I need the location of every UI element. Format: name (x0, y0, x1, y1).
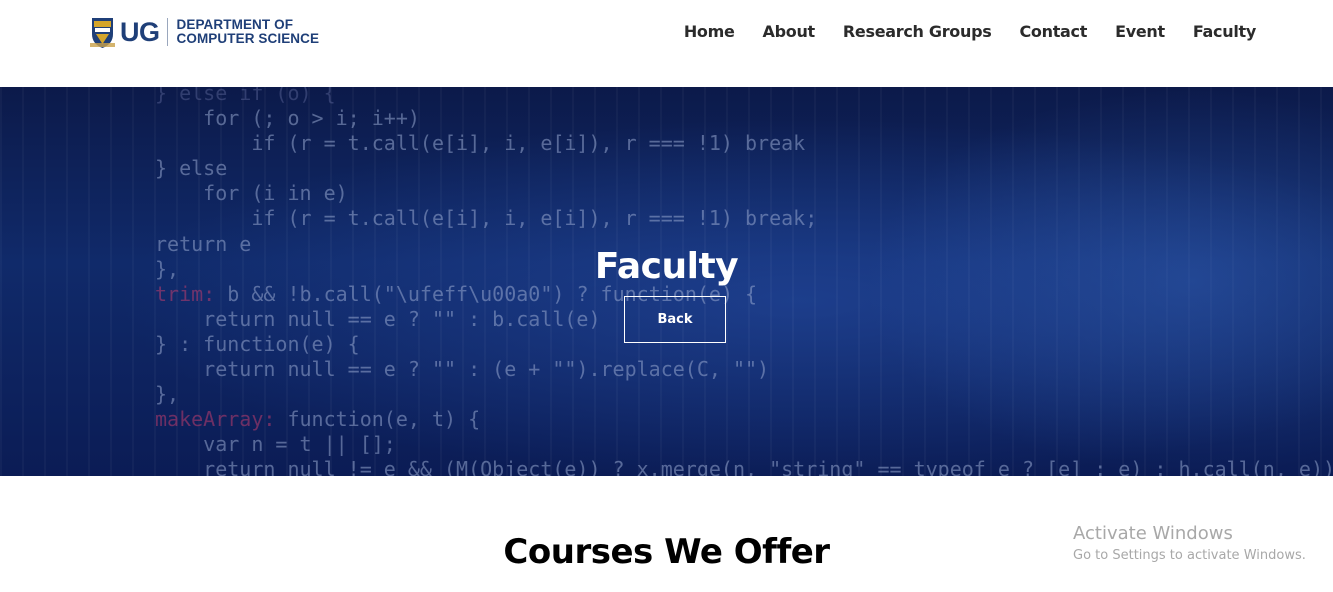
logo-department-line1: DEPARTMENT OF (176, 17, 294, 32)
site-logo[interactable]: UG DEPARTMENT OF COMPUTER SCIENCE (90, 15, 319, 49)
nav-item-faculty[interactable]: Faculty (1193, 22, 1256, 42)
hero-banner: } else if (o) { for (; o > i; i++) if (r… (0, 87, 1333, 476)
university-crest-icon (90, 17, 115, 48)
logo-abbreviation: UG (120, 16, 160, 47)
nav-item-about[interactable]: About (763, 22, 816, 42)
logo-department-line2: COMPUTER SCIENCE (176, 31, 320, 46)
logo-department: DEPARTMENT OF COMPUTER SCIENCE (177, 18, 320, 46)
nav-item-research-groups[interactable]: Research Groups (843, 22, 992, 42)
watermark-title: Activate Windows (1073, 523, 1233, 544)
page-title: Faculty (594, 246, 739, 287)
back-button[interactable]: Back (624, 296, 726, 343)
nav-item-contact[interactable]: Contact (1019, 22, 1087, 42)
nav-item-event[interactable]: Event (1115, 22, 1165, 42)
watermark-subtitle: Go to Settings to activate Windows. (1073, 548, 1306, 563)
logo-divider (166, 18, 168, 46)
windows-activation-watermark: Activate Windows Go to Settings to activ… (1073, 522, 1306, 566)
main-nav: Home About Research Groups Contact Event… (684, 22, 1256, 42)
site-header: UG DEPARTMENT OF COMPUTER SCIENCE Home A… (0, 0, 1333, 87)
nav-item-home[interactable]: Home (684, 22, 735, 42)
